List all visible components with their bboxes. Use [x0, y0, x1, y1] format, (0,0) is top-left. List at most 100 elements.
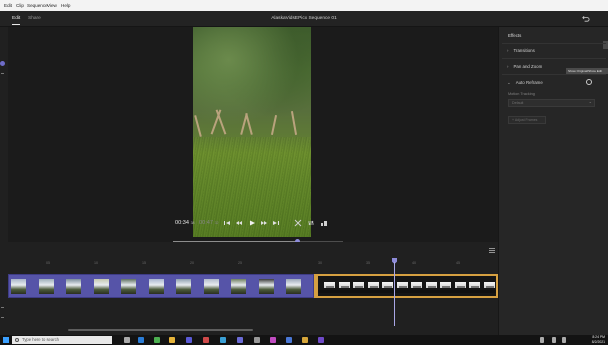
section-pan-and-zoom[interactable]: › Pan and Zoom — [507, 64, 542, 69]
ruler-label: 35 — [366, 261, 370, 265]
clock-date: 8/2/2021 — [591, 339, 605, 344]
premiere-rush-icon[interactable] — [237, 337, 243, 343]
app-icon[interactable] — [318, 337, 324, 343]
clip-thumbnail — [93, 279, 109, 294]
taskbar-search-input[interactable]: Type here to search — [12, 336, 112, 344]
clip-thumbnail — [148, 279, 164, 294]
task-view-icon[interactable] — [124, 337, 130, 343]
clock-time: 8:24 PM — [592, 335, 605, 339]
program-monitor — [8, 27, 498, 244]
clip-thumbnail — [176, 279, 191, 294]
clip-thumbnail — [231, 279, 246, 294]
ruler-label: 40 — [412, 261, 416, 265]
timeline-menu-icon[interactable] — [489, 248, 495, 253]
go-to-start-icon[interactable] — [223, 219, 231, 227]
play-icon[interactable] — [248, 219, 256, 227]
clip-thumbnail — [411, 282, 422, 288]
windows-taskbar: Type here to search 8:24 PM 8/2/2021 — [0, 335, 608, 345]
menu-item-edit[interactable]: Edit — [4, 3, 12, 8]
go-to-end-icon[interactable] — [272, 219, 280, 227]
ruler-label: 20 — [190, 261, 194, 265]
current-frames: 38 — [190, 221, 195, 225]
volume-icon[interactable] — [562, 337, 566, 343]
effects-title: Effects — [508, 33, 522, 38]
menu-item-sequence[interactable]: Sequence — [27, 3, 48, 8]
timeline-ruler[interactable]: 05 10 15 20 25 30 35 40 45 — [8, 254, 498, 266]
loop-icon[interactable] — [307, 219, 315, 227]
file-explorer-icon[interactable] — [169, 337, 175, 343]
app-icon[interactable] — [302, 337, 308, 343]
sequence-title: AlaskaVidsEPicx Sequence 01 — [271, 16, 337, 21]
clip-thumbnail — [396, 282, 408, 288]
divider — [502, 74, 606, 75]
system-tray-icon[interactable] — [540, 337, 544, 343]
menu-item-view[interactable]: View — [47, 3, 57, 8]
timeline: 05 10 15 20 25 30 35 40 45 — [8, 242, 498, 335]
clip-thumbnail — [454, 282, 466, 288]
split-clip-icon[interactable] — [294, 219, 302, 227]
ruler-label: 10 — [94, 261, 98, 265]
menu-item-help[interactable]: Help — [61, 3, 70, 8]
step-back-icon[interactable] — [235, 219, 243, 227]
media-bin-icon[interactable] — [0, 61, 5, 66]
video-clip[interactable] — [8, 274, 314, 298]
clip-thumbnail — [258, 279, 274, 294]
undo-icon[interactable] — [581, 14, 590, 23]
tool-icon[interactable] — [1, 317, 4, 318]
total-timecode: 00:47 32 — [199, 220, 219, 226]
motion-tracking-select[interactable]: Default — [508, 99, 595, 107]
app-icon[interactable] — [186, 337, 192, 343]
clip-thumbnail — [469, 282, 480, 288]
divider — [502, 58, 606, 59]
divider — [502, 43, 606, 44]
windows-start-icon[interactable] — [3, 337, 9, 343]
clip-thumbnail — [338, 282, 350, 288]
app-header: Edit Share AlaskaVidsEPicx Sequence 01 — [0, 11, 608, 27]
menu-bar: Edit Clip Sequence View Help — [0, 0, 608, 11]
system-clock[interactable]: 8:24 PM 8/2/2021 — [592, 335, 605, 344]
menu-item-clip[interactable]: Clip — [16, 3, 24, 8]
video-preview[interactable] — [193, 27, 311, 237]
clip-thumbnail — [286, 279, 301, 294]
clip-thumbnail — [440, 282, 451, 288]
section-transitions[interactable]: › Transitions — [507, 48, 535, 53]
clip-thumbnail — [121, 279, 136, 294]
left-rail — [0, 27, 8, 335]
tool-icon[interactable] — [1, 307, 4, 308]
selected-video-clip[interactable] — [314, 274, 498, 298]
ruler-label: 25 — [238, 261, 242, 265]
audio-meter-icon[interactable] — [320, 219, 328, 227]
adjust-frames-button[interactable]: + Adjust Frames — [508, 116, 546, 124]
clip-thumbnail — [382, 282, 393, 288]
tool-icon[interactable] — [1, 73, 4, 74]
network-icon[interactable] — [552, 337, 556, 343]
adjust-frames-label: Adjust Frames — [514, 118, 538, 122]
step-forward-icon[interactable] — [260, 219, 268, 227]
timeline-scrollbar[interactable] — [68, 329, 253, 331]
clip-thumbnail — [367, 282, 379, 288]
edge-icon[interactable] — [138, 337, 144, 343]
video-track — [8, 274, 498, 298]
total-time: 00:47 — [199, 220, 213, 226]
clip-thumbnail — [483, 282, 495, 288]
chrome-icon[interactable] — [154, 337, 160, 343]
chevron-right-icon: › — [507, 64, 509, 69]
chevron-down-icon: ⌄ — [507, 80, 511, 85]
app-icon[interactable] — [254, 337, 260, 343]
section-auto-reframe[interactable]: ⌄ Auto Reframe — [507, 80, 543, 86]
show-original-toggle[interactable] — [586, 79, 592, 85]
current-time: 00:34 — [175, 220, 189, 226]
clip-thumbnail — [38, 279, 54, 294]
ruler-label: 15 — [142, 261, 146, 265]
section-label: Auto Reframe — [515, 80, 543, 85]
ruler-label: 30 — [318, 261, 322, 265]
app-icon[interactable] — [203, 337, 209, 343]
app-icon[interactable] — [286, 337, 292, 343]
search-icon — [15, 338, 19, 342]
section-label: Pan and Zoom — [513, 64, 543, 69]
effects-panel: Effects › Transitions › Pan and Zoom Show … — [498, 27, 608, 335]
section-label: Transitions — [513, 48, 535, 53]
app-icon[interactable] — [220, 337, 226, 343]
clip-thumbnail — [203, 279, 219, 294]
app-icon[interactable] — [270, 337, 276, 343]
